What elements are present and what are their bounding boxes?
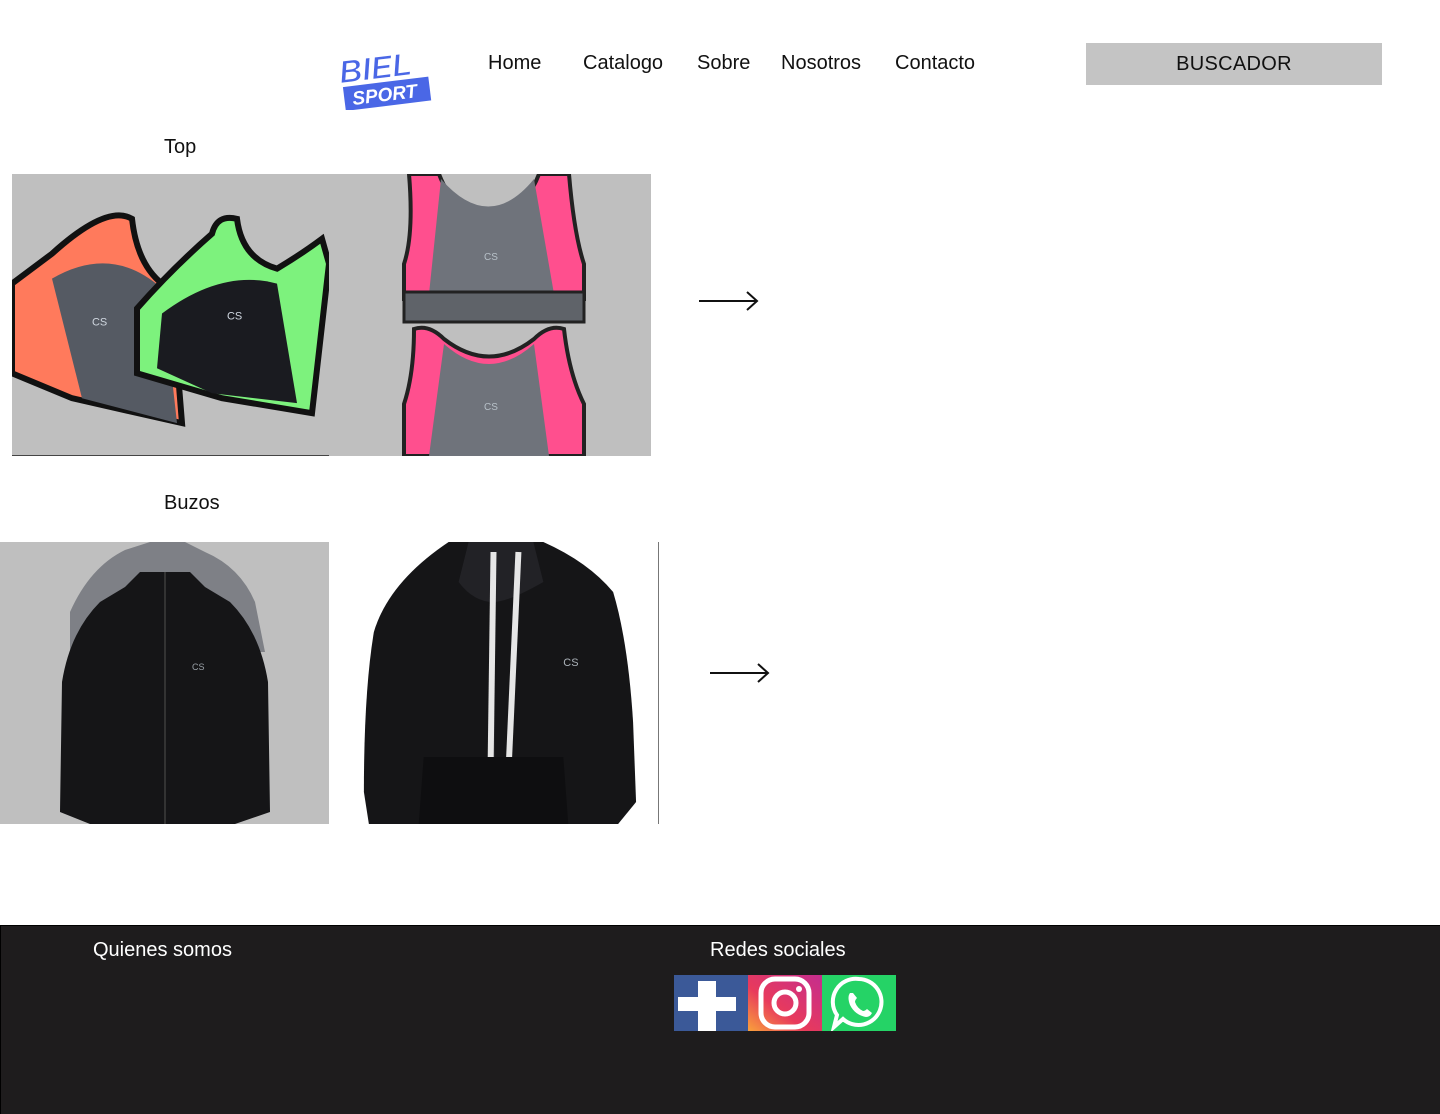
instagram-icon[interactable] [748, 975, 822, 1031]
nav-home[interactable]: Home [488, 52, 541, 75]
svg-text:CS: CS [563, 657, 578, 669]
nav-sobre[interactable]: Sobre [697, 52, 750, 75]
svg-text:CS: CS [227, 310, 242, 322]
search-button[interactable]: BUSCADOR [1086, 43, 1382, 85]
section-title-buzos: Buzos [164, 492, 220, 514]
brand-logo[interactable]: BIEL SPORT [336, 44, 432, 111]
product-image-top-2[interactable]: CS CS [329, 174, 651, 456]
next-arrow-top[interactable] [697, 286, 761, 316]
facebook-icon[interactable] [674, 975, 748, 1031]
nav-contacto[interactable]: Contacto [895, 52, 975, 75]
footer-about-title[interactable]: Quienes somos [93, 939, 232, 962]
svg-text:CS: CS [192, 662, 205, 672]
footer-social-title: Redes sociales [710, 939, 846, 961]
product-image-buzos-2[interactable]: CS [329, 542, 659, 824]
svg-text:CS: CS [484, 402, 498, 413]
next-arrow-buzos[interactable] [708, 658, 772, 688]
whatsapp-icon[interactable] [822, 975, 896, 1031]
nav-catalogo[interactable]: Catalogo [583, 52, 663, 75]
product-image-buzos-1[interactable]: CS [0, 542, 329, 824]
section-title-top: Top [164, 136, 197, 158]
product-image-top-1[interactable]: CS CS [12, 174, 329, 456]
svg-text:CS: CS [92, 316, 107, 328]
svg-text:CS: CS [484, 252, 498, 263]
nav-nosotros[interactable]: Nosotros [781, 52, 861, 75]
